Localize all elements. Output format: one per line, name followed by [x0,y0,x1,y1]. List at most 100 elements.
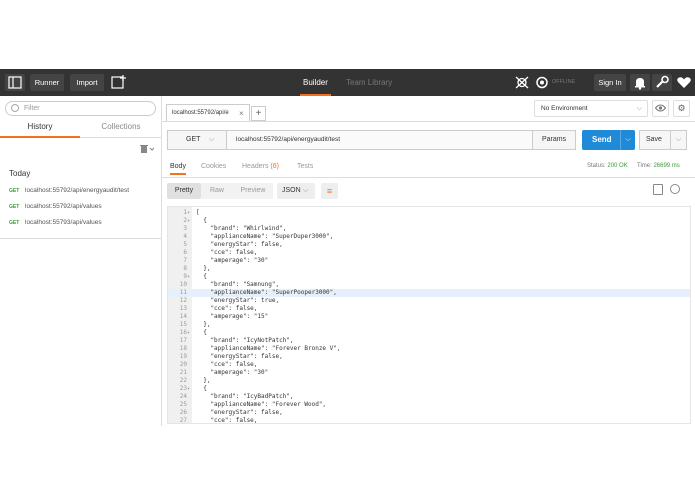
sidebar-toggle-icon[interactable] [5,74,25,91]
params-button[interactable]: Params [532,130,576,150]
copy-icon[interactable] [653,184,663,195]
new-window-icon[interactable] [109,74,129,91]
status-value: 200 OK [607,163,628,169]
fold-chevron-icon[interactable]: ▾ [187,209,192,217]
code-text: "cce": false, [196,417,258,424]
sign-in-button[interactable]: Sign In [594,74,626,91]
tab-history[interactable]: History [0,122,80,138]
line-number: 10 [179,281,187,288]
code-line: 18 "applianceName": "Forever Bronze V", [168,345,690,353]
line-number: 14 [179,313,187,320]
fold-chevron-icon[interactable]: ▾ [187,273,192,281]
sidebar: Filter History Collections Today GET loc… [0,96,162,426]
runner-button[interactable]: Runner [30,74,64,91]
response-view-bar: Pretty Raw Preview JSON ⌵ ≡ [162,181,695,201]
response-status: Status: 200 OK [587,163,628,169]
time-value: 26699 ms [653,163,680,169]
divider [0,238,161,239]
fold-chevron-icon[interactable]: ▾ [187,217,192,225]
filter-input[interactable]: Filter [5,101,156,116]
view-pretty-button[interactable]: Pretty [167,183,201,199]
code-text: "brand": "Samnung", [196,281,280,288]
main-panel: localhost:55792/api/e × + No Environment… [162,96,695,426]
tab-team-library[interactable]: Team Library [346,69,392,96]
chevron-down-icon: ⌵ [303,187,309,194]
code-line: 19 "energyStar": false, [168,353,690,361]
response-body-editor[interactable]: 1 ▾[2 ▾ {3 "brand": "Whirlwind", 4 "applian… [167,206,691,424]
code-text: "brand": "IcyNotPatch", [196,337,294,344]
wrench-settings-icon[interactable] [652,74,672,91]
tab-headers[interactable]: Headers (6) [242,163,279,170]
line-number: 19 [179,353,187,360]
tab-cookies[interactable]: Cookies [201,163,226,170]
code-text: }, [196,377,211,384]
fold-chevron-icon[interactable]: ▾ [187,329,192,337]
response-time: Time: 26699 ms [637,163,680,169]
code-text: "energyStar": false, [196,353,283,360]
line-number: 18 [179,345,187,352]
wrap-lines-icon[interactable]: ≡ [321,183,338,199]
request-tab[interactable]: localhost:55792/api/e × [166,104,250,121]
code-line: 6 "cce": false, [168,249,690,257]
view-raw-button[interactable]: Raw [201,183,233,199]
line-number: 5 [183,241,187,248]
line-number: 3 [183,225,187,232]
top-bar: Runner Import Builder Team Library OFFLI… [0,69,695,96]
code-line: 25 "applianceName": "Forever Wood", [168,401,690,409]
method-select[interactable]: GET ⌵ [167,130,227,150]
interceptor-icon[interactable] [512,74,532,91]
gear-icon[interactable]: ⚙ [673,100,690,117]
code-line: 4 "applianceName": "SuperDuper3000", [168,233,690,241]
format-select[interactable]: JSON ⌵ [277,183,315,199]
code-line: 24 "brand": "IcyBadPatch", [168,393,690,401]
code-text: "energyStar": false, [196,409,283,416]
line-number: 20 [179,361,187,368]
method-badge: GET [9,220,20,226]
history-item[interactable]: GET localhost:55792/api/values [0,199,161,215]
line-number: 26 [179,409,187,416]
code-text: }, [196,321,211,328]
trash-icon[interactable] [140,144,155,154]
tab-tests[interactable]: Tests [297,163,313,170]
line-number: 15 [179,321,187,328]
chevron-down-icon[interactable]: ⌵ [620,130,635,150]
code-text: { [196,217,207,224]
code-text: "brand": "IcyBadPatch", [196,393,294,400]
sync-icon[interactable] [533,74,553,91]
search-icon [11,104,19,112]
line-number: 24 [179,393,187,400]
tab-body[interactable]: Body [170,163,186,175]
search-icon[interactable] [670,184,680,194]
code-line: 26 "energyStar": false, [168,409,690,417]
history-url: localhost:55793/api/values [25,219,102,226]
environment-select[interactable]: No Environment ⌵ [534,100,648,117]
line-number: 4 [183,233,187,240]
environment-value: No Environment [541,105,588,112]
chevron-down-icon[interactable]: ⌵ [670,131,686,149]
code-text: "cce": false, [196,249,258,256]
code-text: }, [196,265,211,272]
import-button[interactable]: Import [70,74,104,91]
code-text: [ [196,209,200,216]
eye-icon[interactable] [652,100,669,117]
fold-chevron-icon[interactable]: ▾ [187,385,192,393]
new-tab-plus-icon[interactable]: + [251,106,266,121]
save-button[interactable]: Save ⌵ [639,130,687,150]
notifications-bell-icon[interactable] [630,74,650,91]
close-icon[interactable]: × [239,105,244,122]
line-number: 25 [179,401,187,408]
send-button[interactable]: Send ⌵ [582,130,635,150]
code-line: 12 "energyStar": true, [168,297,690,305]
line-number: 6 [183,249,187,256]
line-number: 2 [183,217,187,224]
view-preview-button[interactable]: Preview [233,183,273,199]
code-text: "amperage": "30" [196,369,269,376]
tab-collections[interactable]: Collections [80,122,162,138]
tab-builder[interactable]: Builder [300,69,331,96]
chevron-down-icon: ⌵ [636,105,642,112]
history-item[interactable]: GET localhost:55793/api/values [0,215,161,231]
history-item[interactable]: GET localhost:55792/api/energyaudit/test [0,183,161,199]
url-input[interactable]: localhost:55792/api/energyaudit/test [227,130,537,150]
code-text: "applianceName": "SuperDuper3000", [196,233,334,240]
heart-icon[interactable] [674,74,694,91]
